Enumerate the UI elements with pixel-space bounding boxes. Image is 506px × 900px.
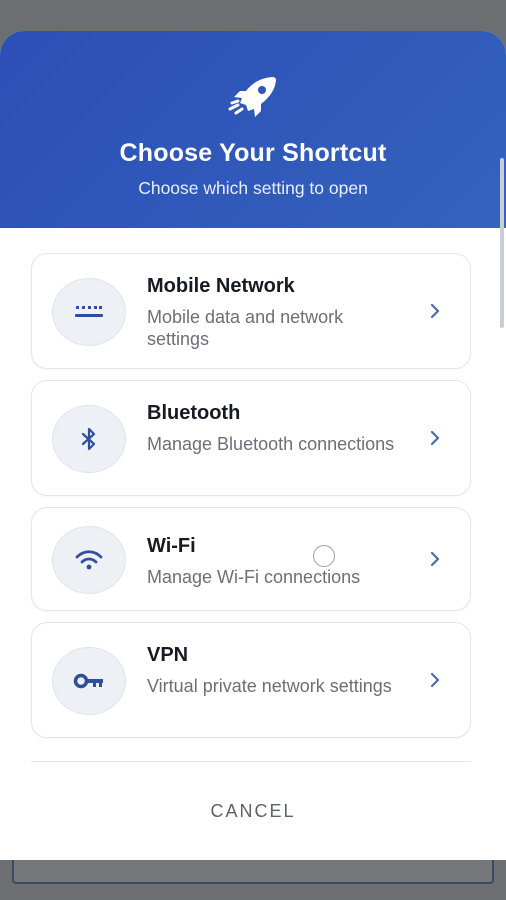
chevron-right-icon <box>430 672 440 688</box>
bluetooth-icon-badge <box>52 405 126 473</box>
shortcut-bluetooth[interactable]: Bluetooth Manage Bluetooth connections <box>31 380 471 496</box>
chevron-right-icon <box>430 551 440 567</box>
bluetooth-icon <box>81 427 96 451</box>
shortcut-description: Virtual private network settings <box>147 676 392 696</box>
key-icon-badge <box>52 647 126 715</box>
shortcut-wifi[interactable]: Wi-Fi Manage Wi-Fi connections <box>31 507 471 611</box>
shortcut-title: Mobile Network <box>147 275 295 297</box>
dialog-title: Choose Your Shortcut <box>119 139 387 167</box>
shortcut-title: Wi-Fi <box>147 535 196 557</box>
shortcut-title: Bluetooth <box>147 402 241 424</box>
scrollbar[interactable] <box>500 158 504 328</box>
shortcut-description: Manage Wi-Fi connections <box>147 567 361 587</box>
footer-divider <box>31 761 471 762</box>
mobile-network-icon-badge <box>52 278 126 346</box>
touch-indicator <box>313 545 335 567</box>
shortcut-dialog: Choose Your Shortcut Choose which settin… <box>0 31 506 860</box>
cancel-button[interactable]: CANCEL <box>0 801 506 822</box>
shortcut-mobile-network[interactable]: Mobile Network Mobile data and network s… <box>31 253 471 369</box>
shortcut-description: Mobile data and network settings <box>147 307 344 349</box>
chevron-right-icon <box>430 430 440 446</box>
dialog-header: Choose Your Shortcut Choose which settin… <box>0 31 506 228</box>
wifi-icon-badge <box>52 526 126 594</box>
shortcut-description: Manage Bluetooth connections <box>147 434 395 454</box>
rocket-icon <box>228 77 276 117</box>
chevron-right-icon <box>430 303 440 319</box>
dialog-subtitle: Choose which setting to open <box>138 178 368 198</box>
shortcut-title: VPN <box>147 644 189 666</box>
key-icon <box>73 673 103 689</box>
shortcut-vpn[interactable]: VPN Virtual private network settings <box>31 622 471 738</box>
mobile-network-icon <box>75 306 103 317</box>
wifi-icon <box>75 550 103 570</box>
